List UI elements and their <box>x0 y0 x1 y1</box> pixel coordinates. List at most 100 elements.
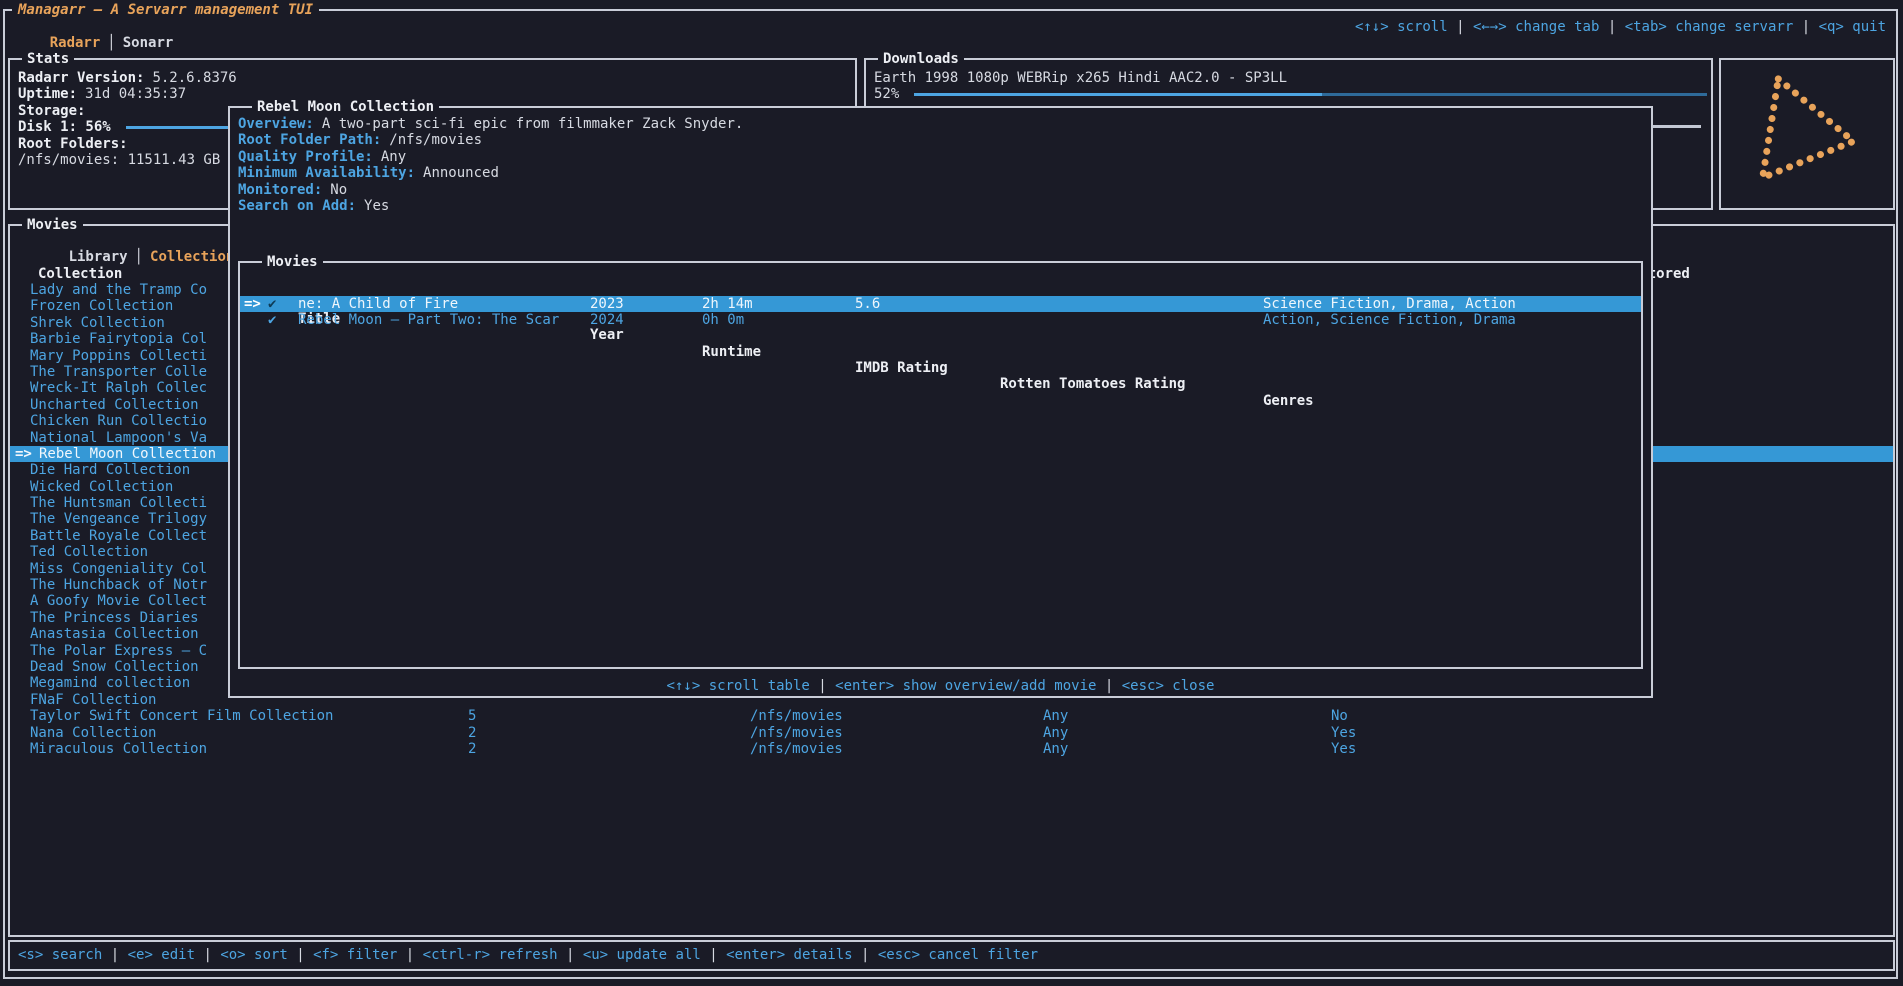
search-on-add-label: Search on Add: <box>238 198 356 214</box>
logo-panel <box>1719 58 1895 210</box>
collection-row[interactable]: Miraculous Collection2/nfs/moviesAnyYes <box>10 741 1893 757</box>
help-segment: <↑↓> scroll <box>1355 19 1448 35</box>
tab-radarr[interactable]: Radarr <box>50 35 101 51</box>
rotten-tomatoes-header: Rotten Tomatoes Rating <box>1000 376 1185 392</box>
collection-name: The Princess Diaries <box>30 610 199 626</box>
movies-table-rows: =>✔ne: A Child of Fire20232h 14m5.6Scien… <box>240 296 1641 329</box>
collection-column-header: Collection <box>38 266 122 282</box>
movies-table-header-row: ✔ Title Year Runtime IMDB Rating Rotten … <box>240 278 1641 294</box>
downloads-panel-title: Downloads <box>878 51 964 67</box>
collection-search-on-add: No <box>1331 708 1348 724</box>
root-folder-path-field: Root Folder Path:/nfs/movies <box>238 132 743 148</box>
collection-name: Lady and the Tramp Co <box>30 282 207 298</box>
radarr-version-label: Radarr Version: <box>18 70 144 86</box>
monitored-value: No <box>322 182 347 198</box>
uptime-value: 31d 04:35:37 <box>77 86 186 102</box>
downloads-content: Earth 1998 1080p WEBRip x265 Hindi AAC2.… <box>874 70 1703 103</box>
radarr-version-line: Radarr Version:5.2.6.8376 <box>18 70 847 86</box>
movie-title: ne: A Child of Fire <box>298 296 458 312</box>
collection-movie-count: 2 <box>468 741 476 757</box>
tab-sonarr[interactable]: Sonarr <box>123 35 174 51</box>
collection-search-on-add: Yes <box>1331 725 1356 741</box>
help-separator: | <box>195 947 220 963</box>
managarr-screen: Managarr – A Servarr management TUI Rada… <box>0 0 1903 986</box>
collection-movie-count: 2 <box>468 725 476 741</box>
overview-value: A two-part sci-fi epic from filmmaker Za… <box>314 116 743 132</box>
app-title: Managarr – A Servarr management TUI <box>12 2 319 18</box>
help-separator: | <box>810 678 835 694</box>
year-header: Year <box>590 327 624 343</box>
collection-name: Megamind collection <box>30 675 190 691</box>
movie-imdb-rating: 5.6 <box>855 296 880 312</box>
help-separator: | <box>1793 19 1818 35</box>
collection-name: Anastasia Collection <box>30 626 199 642</box>
overview-field: Overview:A two-part sci-fi epic from fil… <box>238 116 743 132</box>
collection-name: The Polar Express – C <box>30 643 207 659</box>
collection-name: Chicken Run Collectio <box>30 413 207 429</box>
monitored-field: Monitored:No <box>238 182 743 198</box>
collection-name: Uncharted Collection <box>30 397 199 413</box>
search-on-add-value: Yes <box>356 198 389 214</box>
collection-name: The Hunchback of Notr <box>30 577 207 593</box>
collection-name: Barbie Fairytopia Col <box>30 331 207 347</box>
collection-root-folder: /nfs/movies <box>750 725 843 741</box>
root-folder-path-label: Root Folder Path: <box>238 132 381 148</box>
radarr-version-value: 5.2.6.8376 <box>144 70 236 86</box>
collection-row[interactable]: Nana Collection 2/nfs/movies Any Yes <box>10 725 1893 741</box>
help-segment: <esc> close <box>1122 678 1215 694</box>
selection-marker: => <box>244 296 261 312</box>
collection-fields: Overview:A two-part sci-fi epic from fil… <box>238 116 743 214</box>
help-segment: <q> quit <box>1819 19 1886 35</box>
movie-row[interactable]: =>✔ne: A Child of Fire20232h 14m5.6Scien… <box>240 296 1641 312</box>
collection-name: Nana Collection <box>30 725 156 741</box>
collection-movie-count: 5 <box>468 708 476 724</box>
collection-name: Miraculous Collection <box>30 741 207 757</box>
help-separator: | <box>701 947 726 963</box>
download-gauge-filled <box>914 93 1322 96</box>
root-folder-value: /nfs/movies: 11511.43 GB <box>18 152 220 168</box>
movie-row[interactable]: ✔Rebel Moon – Part Two: The Scar20240h 0… <box>240 312 1641 328</box>
quality-profile-field: Quality Profile:Any <box>238 149 743 165</box>
help-separator: | <box>558 947 583 963</box>
help-segment: <e> edit <box>128 947 195 963</box>
monitored-label: Monitored: <box>238 182 322 198</box>
genres-header: Genres <box>1263 393 1314 409</box>
help-segment: <f> filter <box>313 947 397 963</box>
modal-movies-table-title: Movies <box>262 254 323 270</box>
download-progress-line: 52% <box>874 86 1703 102</box>
help-separator: | <box>1448 19 1473 35</box>
collection-row[interactable]: Taylor Swift Concert Film Collection5/nf… <box>10 708 1893 724</box>
download-name-line: Earth 1998 1080p WEBRip x265 Hindi AAC2.… <box>874 70 1703 86</box>
modal-movies-table-panel: Movies ✔ Title Year Runtime IMDB Rating … <box>238 261 1643 669</box>
movie-genres: Action, Science Fiction, Drama <box>1263 312 1516 328</box>
tab-separator: │ <box>100 35 122 51</box>
help-segment: <←→> change tab <box>1473 19 1599 35</box>
help-segment: <ctrl-r> refresh <box>423 947 558 963</box>
help-separator: | <box>1599 19 1624 35</box>
help-segment: <tab> change servarr <box>1625 19 1794 35</box>
help-segment: <esc> cancel filter <box>878 947 1038 963</box>
table-keybinds-help: <s> search | <e> edit | <o> sort | <f> f… <box>18 947 1038 963</box>
collection-quality-profile: Any <box>1043 725 1068 741</box>
monitored-check-icon: ✔ <box>268 312 276 328</box>
collection-name: Battle Royale Collect <box>30 528 207 544</box>
movie-year: 2024 <box>590 312 624 328</box>
overview-label: Overview: <box>238 116 314 132</box>
collection-details-modal: Rebel Moon Collection Overview:A two-par… <box>228 106 1653 698</box>
minimum-availability-value: Announced <box>415 165 499 181</box>
collection-name: Shrek Collection <box>30 315 165 331</box>
quality-profile-value: Any <box>373 149 406 165</box>
tab-library[interactable]: Library <box>69 249 128 265</box>
help-segment: <s> search <box>18 947 102 963</box>
bottom-help-bar: <s> search | <e> edit | <o> sort | <f> f… <box>8 940 1895 971</box>
collection-name: Frozen Collection <box>30 298 173 314</box>
managarr-play-triangle-icon <box>1732 70 1882 198</box>
collection-name: Miss Congeniality Col <box>30 561 207 577</box>
download-name: Earth 1998 1080p WEBRip x265 Hindi AAC2.… <box>874 70 1287 86</box>
collection-name: Die Hard Collection <box>30 462 190 478</box>
collection-name: Wicked Collection <box>30 479 173 495</box>
help-separator: | <box>288 947 313 963</box>
root-folders-label: Root Folders: <box>18 136 128 152</box>
collection-quality-profile: Any <box>1043 741 1068 757</box>
movies-tab-separator: │ <box>128 249 150 265</box>
